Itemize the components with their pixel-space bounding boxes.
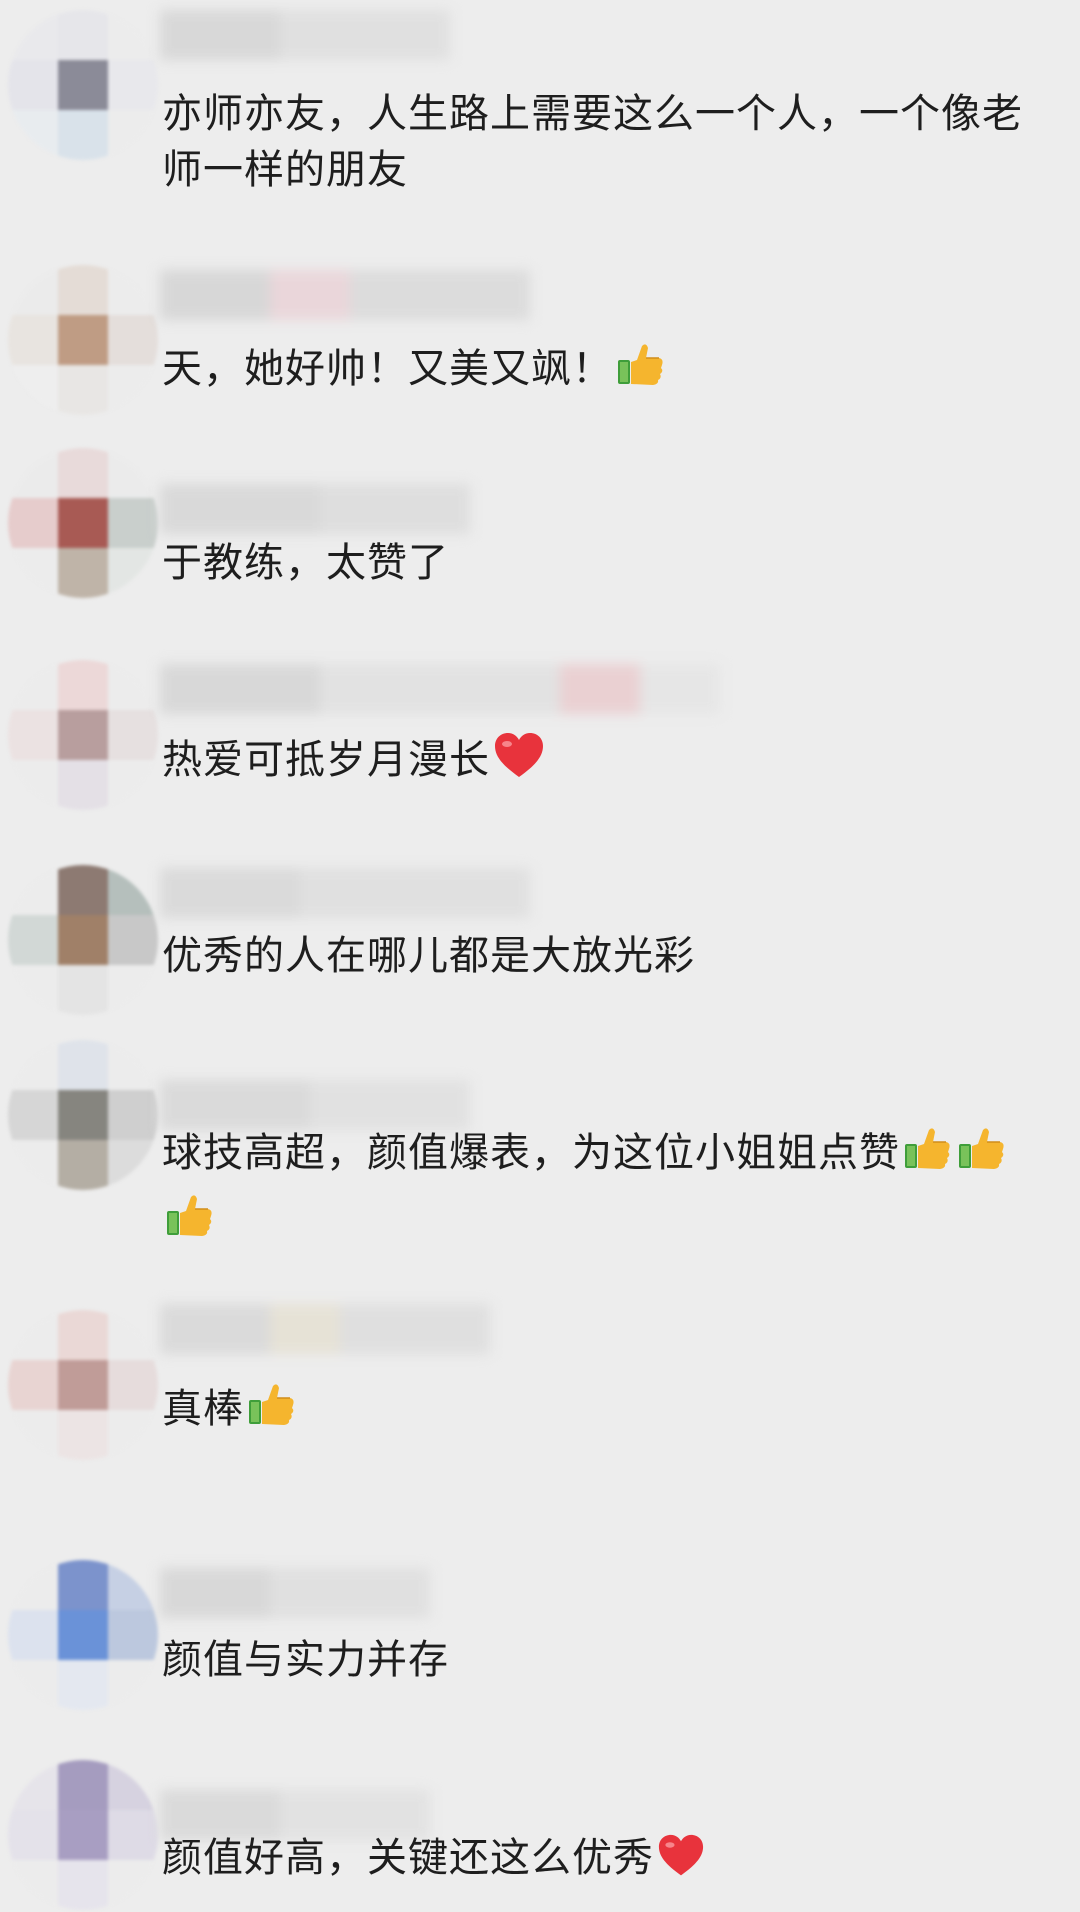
comment-text: 球技高超，颜值爆表，为这位小姐姐点赞 — [162, 1122, 1042, 1256]
avatar[interactable] — [8, 1040, 158, 1190]
comment-text: 颜值好高，关键还这么优秀 — [162, 1830, 1032, 1894]
comment-text: 颜值与实力并存 — [162, 1637, 449, 1683]
thumbs-up-icon — [164, 1189, 216, 1256]
comment-text: 天，她好帅！又美又飒！ — [162, 338, 1032, 405]
red-heart-icon — [656, 1833, 706, 1894]
comment-text: 亦师亦友，人生路上需要这么一个人，一个像老师一样的朋友 — [162, 91, 1023, 193]
avatar[interactable] — [8, 1560, 158, 1710]
avatar[interactable] — [8, 1310, 158, 1460]
thumbs-up-icon — [615, 338, 667, 405]
comment-text: 优秀的人在哪儿都是大放光彩 — [162, 933, 695, 979]
comment-text: 热爱可抵岁月漫长 — [162, 731, 1032, 796]
username-blurred[interactable] — [160, 1568, 430, 1618]
thumbs-up-icon — [246, 1378, 298, 1445]
avatar[interactable] — [8, 265, 158, 415]
username-blurred[interactable] — [160, 484, 470, 534]
avatar[interactable] — [8, 10, 158, 160]
avatar[interactable] — [8, 448, 158, 598]
avatar[interactable] — [8, 865, 158, 1015]
username-blurred[interactable] — [160, 10, 450, 60]
username-blurred[interactable] — [160, 664, 720, 714]
avatar[interactable] — [8, 1760, 158, 1910]
red-heart-icon — [492, 731, 546, 796]
comment-list: 亦师亦友，人生路上需要这么一个人，一个像老师一样的朋友 天，她好帅！又美又飒！ — [0, 0, 1080, 1912]
comment-text: 真棒 — [162, 1378, 1032, 1445]
username-blurred[interactable] — [160, 270, 530, 320]
username-blurred[interactable] — [160, 868, 530, 918]
thumbs-up-icon — [956, 1122, 1008, 1189]
comment-text: 于教练，太赞了 — [162, 540, 449, 586]
username-blurred[interactable] — [160, 1304, 490, 1354]
thumbs-up-icon — [902, 1122, 954, 1189]
avatar[interactable] — [8, 660, 158, 810]
